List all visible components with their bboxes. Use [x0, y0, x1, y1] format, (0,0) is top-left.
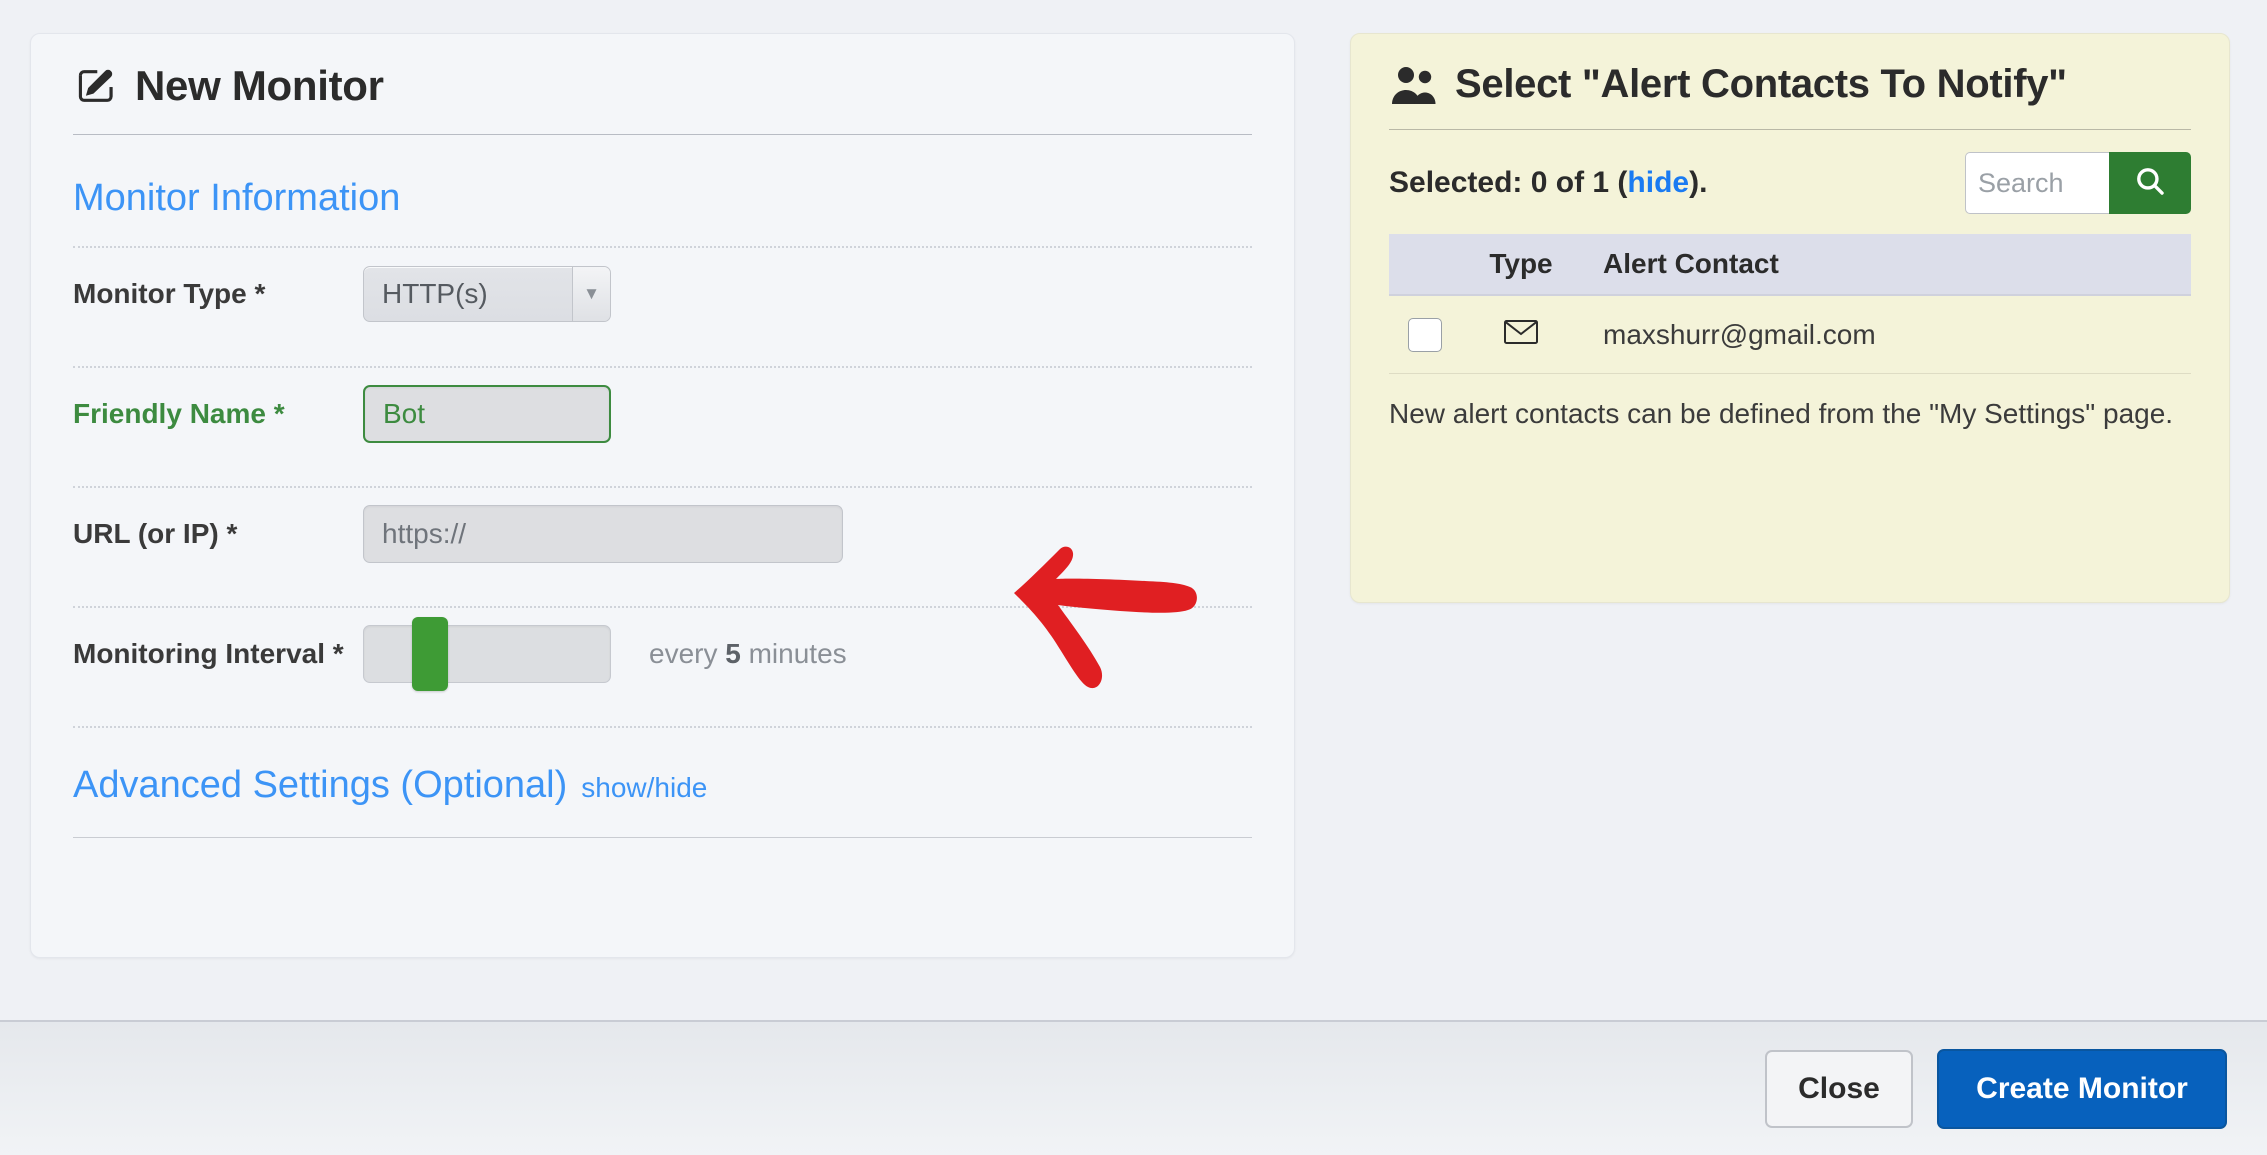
create-monitor-button[interactable]: Create Monitor [1937, 1048, 2227, 1129]
selected-count-prefix: Selected: 0 of 1 ( [1389, 166, 1628, 199]
table-header-contact: Alert Contact [1603, 248, 1779, 279]
form-row-friendly-name: Friendly Name * Bot [31, 368, 1294, 460]
advanced-settings-title[interactable]: Advanced Settings (Optional) [73, 764, 567, 807]
label-url: URL (or IP) * [73, 518, 238, 549]
envelope-icon [1503, 318, 1539, 351]
slider-caption: every 5 minutes [649, 638, 847, 670]
control-url: https:// [363, 505, 1252, 563]
control-friendly-name: Bot [363, 385, 1252, 443]
label-monitor-type: Monitor Type * [73, 278, 266, 309]
form-row-monitor-type: Monitor Type * HTTP(s) ▼ [31, 248, 1294, 340]
table-header-row: Type Alert Contact [1389, 234, 2191, 296]
monitoring-interval-slider[interactable] [363, 617, 611, 691]
monitor-type-value: HTTP(s) [382, 278, 488, 309]
row-type-cell [1461, 318, 1581, 351]
table-row[interactable]: maxshurr@gmail.com [1389, 296, 2191, 374]
footer-bar: Close Create Monitor [0, 1020, 2267, 1155]
card-header: New Monitor [31, 34, 1294, 110]
search-input[interactable]: Search [1965, 152, 2109, 214]
monitoring-interval-slider-wrap: every 5 minutes [363, 617, 847, 691]
url-input[interactable]: https:// [363, 505, 843, 563]
app-root: New Monitor Monitor Information Monitor … [0, 0, 2267, 1155]
slider-caption-prefix: every [649, 638, 726, 669]
label-monitoring-interval: Monitoring Interval * [73, 638, 344, 669]
chevron-down-icon[interactable]: ▼ [572, 267, 610, 321]
advanced-settings-toggle[interactable]: show/hide [581, 772, 707, 804]
table-header-type: Type [1489, 248, 1553, 279]
table-header-contact-col: Alert Contact [1581, 248, 2191, 280]
alert-contacts-table: Type Alert Contact maxshurr@gmail.com [1389, 234, 2191, 374]
new-monitor-card: New Monitor Monitor Information Monitor … [30, 33, 1295, 958]
close-button[interactable]: Close [1765, 1049, 1913, 1128]
selected-count-suffix: ). [1689, 166, 1708, 199]
edit-pencil-icon [73, 63, 119, 109]
search-group: Search [1965, 152, 2191, 214]
search-icon [2133, 164, 2167, 203]
form-row-url: URL (or IP) * https:// [31, 488, 1294, 580]
slider-caption-value: 5 [725, 638, 741, 669]
row-checkbox-cell [1389, 317, 1461, 352]
slider-handle[interactable] [412, 617, 448, 691]
form-row-monitoring-interval: Monitoring Interval * every 5 minutes [31, 608, 1294, 700]
table-header-type-col: Type [1461, 248, 1581, 280]
alert-contacts-subbar: Selected: 0 of 1 (hide). Search [1351, 130, 2229, 214]
selected-count: Selected: 0 of 1 (hide). [1389, 166, 1707, 200]
alert-contacts-panel: Select "Alert Contacts To Notify" Select… [1350, 33, 2230, 603]
row-contact-email: maxshurr@gmail.com [1603, 318, 1876, 350]
page-title: New Monitor [135, 62, 384, 109]
alert-contacts-header: Select "Alert Contacts To Notify" [1351, 34, 2229, 107]
control-monitor-type: HTTP(s) ▼ [363, 266, 1252, 322]
search-button[interactable] [2109, 152, 2191, 214]
advanced-divider [73, 837, 1252, 838]
hide-link[interactable]: hide [1627, 166, 1689, 199]
contact-checkbox[interactable] [1408, 317, 1442, 352]
friendly-name-input[interactable]: Bot [363, 385, 611, 443]
control-monitoring-interval: every 5 minutes [363, 617, 1252, 691]
advanced-settings-row: Advanced Settings (Optional) show/hide [31, 728, 1294, 807]
label-friendly-name: Friendly Name * [73, 398, 285, 429]
users-icon [1389, 63, 1441, 107]
alert-contacts-title: Select "Alert Contacts To Notify" [1455, 62, 2067, 106]
alert-contacts-note: New alert contacts can be defined from t… [1389, 398, 2174, 429]
section-title-monitor-information: Monitor Information [73, 177, 401, 219]
header-divider [73, 134, 1252, 135]
slider-caption-suffix: minutes [740, 638, 847, 669]
monitor-type-select[interactable]: HTTP(s) ▼ [363, 266, 611, 322]
